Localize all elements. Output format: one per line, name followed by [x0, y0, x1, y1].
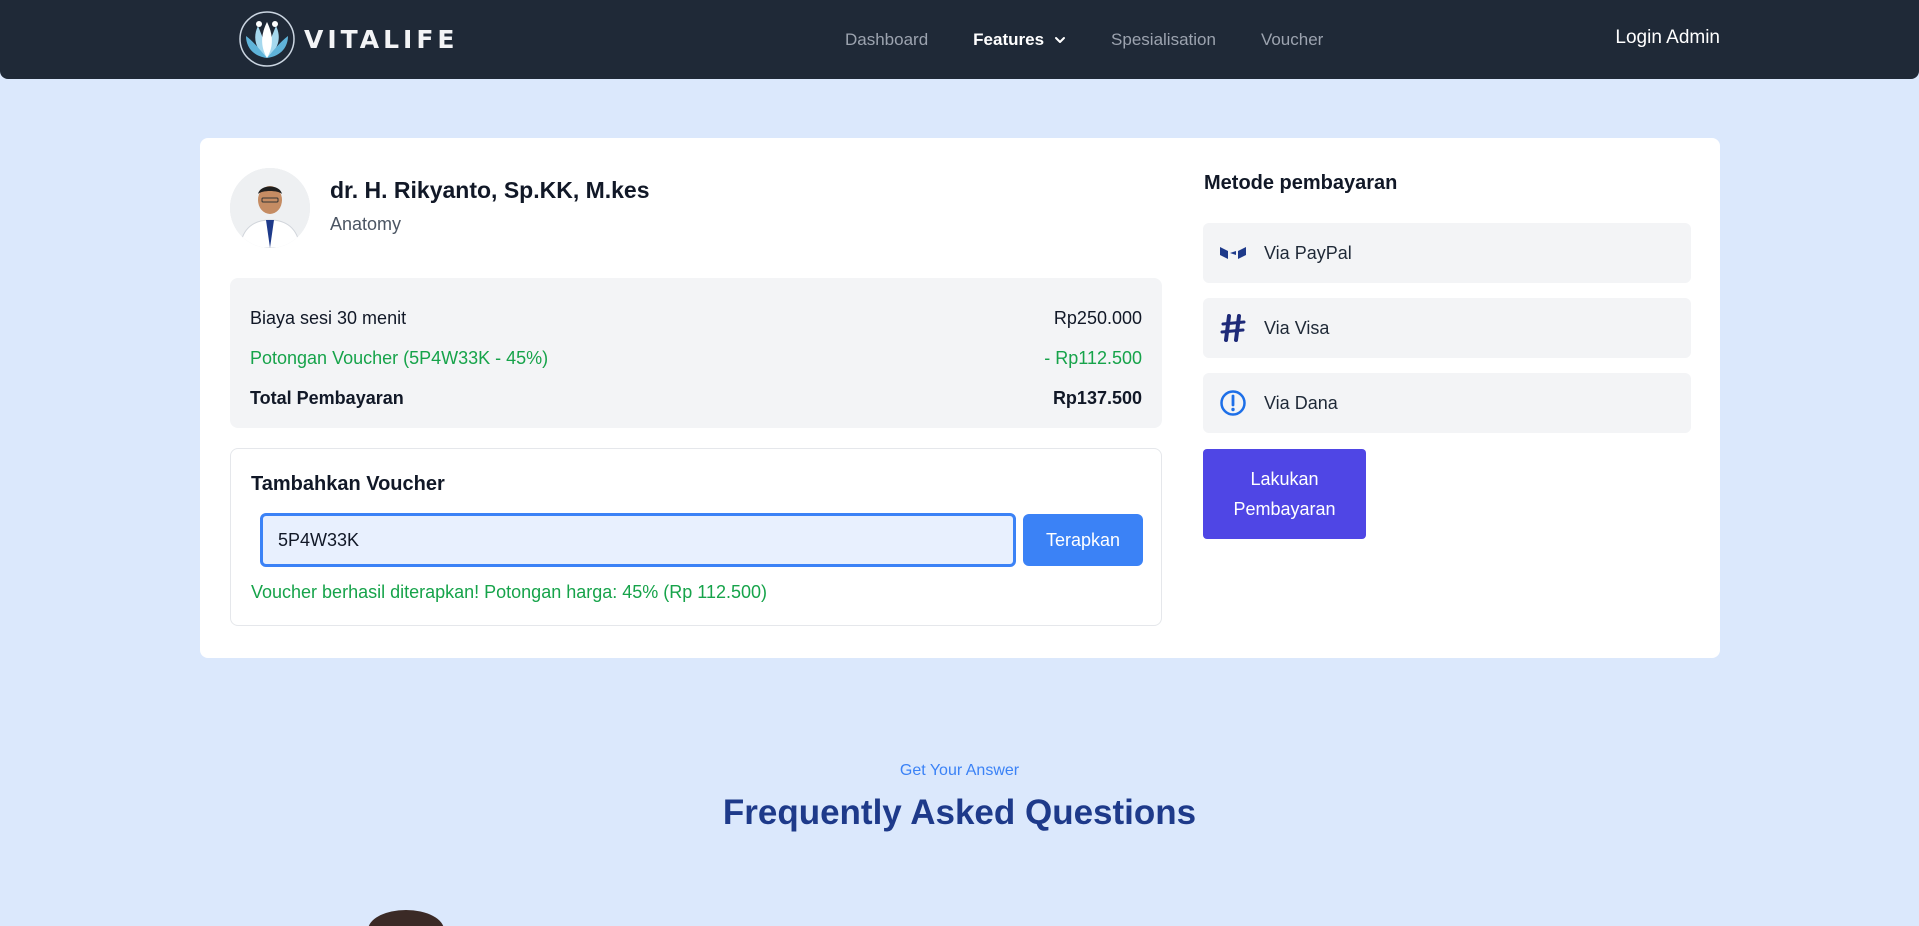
lotus-logo-icon	[239, 11, 295, 67]
summary-row-discount: Potongan Voucher (5P4W33K - 45%) - Rp112…	[250, 338, 1142, 378]
nav-features[interactable]: Features	[973, 30, 1066, 50]
navbar: VITALIFE Dashboard Features Spesialisati…	[0, 0, 1919, 79]
session-value: Rp250.000	[1053, 307, 1142, 328]
dana-label: Via Dana	[1264, 392, 1338, 413]
chevron-down-icon	[1055, 36, 1066, 43]
doctor-avatar	[230, 168, 310, 248]
make-payment-label-line1: Lakukan	[1250, 469, 1319, 489]
total-label: Total Pembayaran	[250, 387, 404, 408]
nav-dashboard[interactable]: Dashboard	[845, 30, 928, 50]
make-payment-label-line2: Pembayaran	[1233, 499, 1336, 519]
payment-option-paypal[interactable]: Via PayPal	[1203, 223, 1691, 283]
summary-row-total: Total Pembayaran Rp137.500	[250, 378, 1142, 418]
faq-title: Frequently Asked Questions	[722, 793, 1197, 832]
payment-option-dana[interactable]: Via Dana	[1203, 373, 1691, 433]
summary-row-session: Biaya sesi 30 menit Rp250.000	[250, 298, 1142, 338]
apply-voucher-button[interactable]: Terapkan	[1023, 514, 1143, 566]
voucher-input[interactable]	[260, 513, 1016, 567]
nav-features-label: Features	[973, 29, 1045, 49]
nav-spesialisation[interactable]: Spesialisation	[1111, 30, 1216, 50]
brand-logo[interactable]: VITALIFE	[238, 10, 459, 68]
payment-method-title: Metode pembayaran	[1204, 172, 1398, 194]
booking-card: dr. H. Rikyanto, Sp.KK, M.kes Anatomy Bi…	[200, 138, 1720, 658]
payment-option-visa[interactable]: Via Visa	[1203, 298, 1691, 358]
dana-icon	[1218, 388, 1248, 418]
nav-voucher[interactable]: Voucher	[1261, 30, 1323, 50]
total-value: Rp137.500	[1052, 387, 1142, 408]
visa-icon	[1218, 313, 1248, 343]
visa-label: Via Visa	[1264, 317, 1330, 338]
discount-value: - Rp112.500	[1044, 347, 1142, 368]
faq-kicker: Get Your Answer	[899, 762, 1020, 779]
voucher-title: Tambahkan Voucher	[251, 473, 445, 495]
faq-avatar-image	[368, 910, 444, 926]
doctor-photo-icon	[230, 168, 310, 248]
voucher-section: Tambahkan Voucher Terapkan Voucher berha…	[230, 448, 1162, 626]
doctor-header: dr. H. Rikyanto, Sp.KK, M.kes Anatomy	[230, 168, 650, 248]
brand-name: VITALIFE	[304, 24, 459, 54]
make-payment-button[interactable]: Lakukan Pembayaran	[1203, 449, 1366, 539]
login-admin-link[interactable]: Login Admin	[1615, 27, 1720, 49]
doctor-specialty: Anatomy	[330, 214, 402, 234]
voucher-success-message: Voucher berhasil diterapkan! Potongan ha…	[251, 582, 768, 602]
doctor-info: dr. H. Rikyanto, Sp.KK, M.kes Anatomy	[330, 177, 650, 235]
discount-label: Potongan Voucher (5P4W33K - 45%)	[250, 347, 549, 368]
paypal-label: Via PayPal	[1264, 242, 1352, 263]
doctor-name: dr. H. Rikyanto, Sp.KK, M.kes	[330, 177, 650, 203]
session-label: Biaya sesi 30 menit	[250, 307, 407, 328]
paypal-icon	[1218, 238, 1248, 268]
nav-links: Dashboard Features Spesialisation Vouche…	[845, 0, 1368, 79]
payment-summary: Biaya sesi 30 menit Rp250.000 Potongan V…	[230, 278, 1162, 428]
